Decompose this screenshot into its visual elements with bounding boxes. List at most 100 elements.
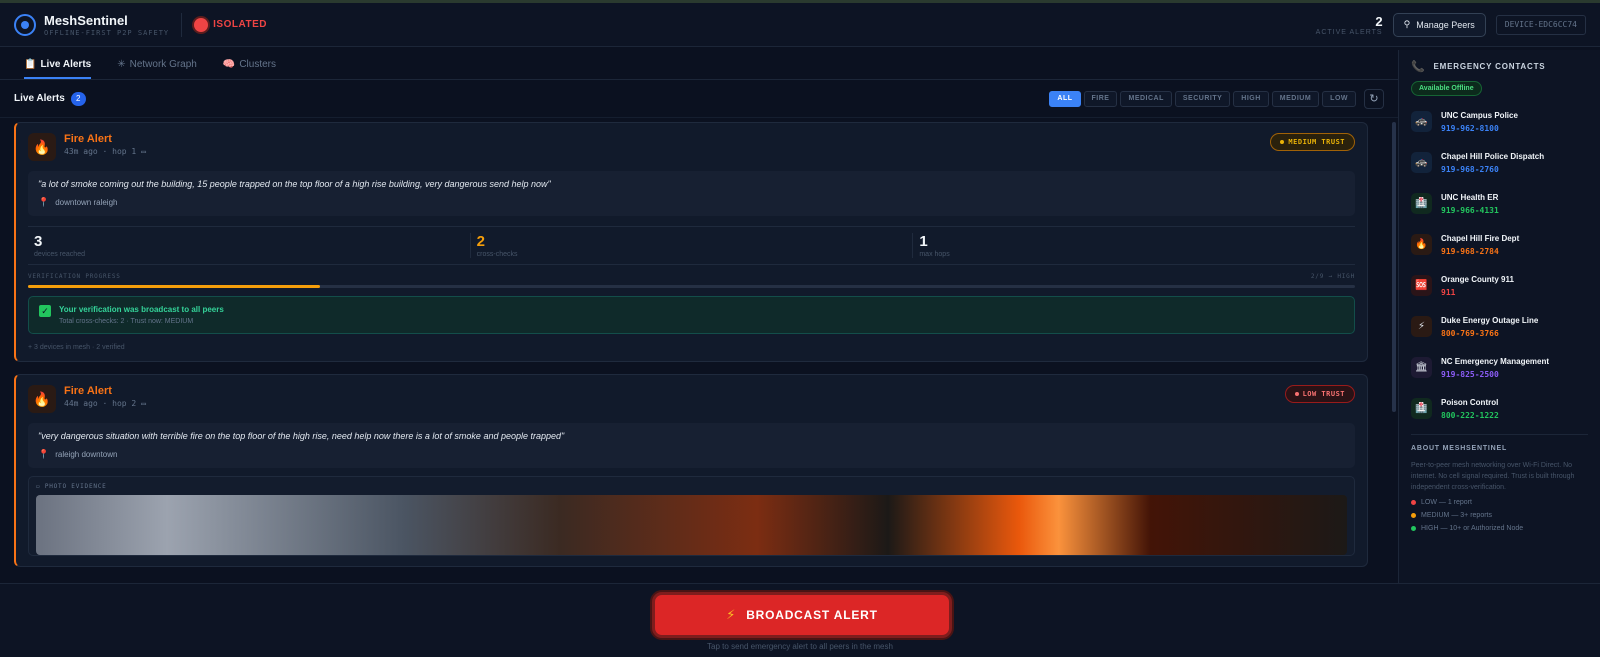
legend-item: MEDIUM — 3+ reports: [1411, 512, 1588, 519]
alert-message-box: "very dangerous situation with terrible …: [28, 423, 1355, 468]
alert-card: 🔥 Fire Alert 44m ago · hop 2 ▭ LOW TRUST…: [14, 374, 1368, 567]
contact-number[interactable]: 800-222-1222: [1441, 411, 1499, 420]
filter-all[interactable]: ALL: [1049, 90, 1081, 107]
alert-title: Fire Alert: [64, 385, 112, 397]
feed-title: Live Alerts: [14, 93, 65, 104]
alert-meta: 43m ago · hop 1 ▭: [64, 147, 146, 156]
brain-icon: 🧠: [222, 59, 236, 70]
legend-text: LOW — 1 report: [1421, 499, 1472, 506]
filter-medium[interactable]: MEDIUM: [1271, 90, 1320, 107]
stat-devices: 3 devices reached: [28, 233, 471, 258]
contact-number[interactable]: 919-968-2784: [1441, 247, 1519, 256]
device-id: DEVICE-EDC6CC74: [1495, 14, 1586, 35]
about-section: ABOUT MESHSENTINEL Peer-to-peer mesh net…: [1411, 434, 1588, 532]
alert-location: 📍 raleigh downtown: [38, 449, 1345, 460]
alert-card: 🔥 Fire Alert 43m ago · hop 1 ▭ MEDIUM TR…: [14, 122, 1368, 362]
header-right: 2 ACTIVE ALERTS ⚲ Manage Peers DEVICE-ED…: [1316, 12, 1586, 37]
top-header: MeshSentinel OFFLINE-FIRST P2P SAFETY IS…: [0, 3, 1600, 47]
contact-name: UNC Campus Police: [1441, 110, 1518, 120]
trust-label: LOW TRUST: [1302, 390, 1345, 398]
broadcast-alert-button[interactable]: ⚡ BROADCAST ALERT: [652, 592, 952, 638]
contact-item[interactable]: 🏛 NC Emergency Management 919-825-2500: [1411, 352, 1588, 383]
fire-icon: 🔥: [28, 385, 56, 413]
filter-security[interactable]: SECURITY: [1174, 90, 1231, 107]
filter-chips: ALL FIRE MEDICAL SECURITY HIGH MEDIUM LO…: [1049, 90, 1356, 107]
active-alerts: 2 ACTIVE ALERTS: [1316, 14, 1383, 36]
contact-number[interactable]: 919-968-2760: [1441, 165, 1544, 174]
alert-feed[interactable]: 🔥 Fire Alert 43m ago · hop 1 ▭ MEDIUM TR…: [0, 118, 1398, 583]
legend-item: LOW — 1 report: [1411, 499, 1588, 506]
contact-item[interactable]: 🔥 Chapel Hill Fire Dept 919-968-2784: [1411, 229, 1588, 260]
alert-header: 🔥 Fire Alert 44m ago · hop 2 ▭ LOW TRUST: [28, 385, 1355, 413]
sidebar-title: EMERGENCY CONTACTS: [1433, 62, 1546, 71]
feed-count-badge: 2: [70, 91, 86, 106]
alert-header: 🔥 Fire Alert 43m ago · hop 1 ▭ MEDIUM TR…: [28, 133, 1355, 161]
alert-stats: 3 devices reached 2 cross-checks 1 max h…: [28, 226, 1355, 265]
manage-peers-label: Manage Peers: [1416, 19, 1475, 30]
contact-name: UNC Health ER: [1441, 192, 1499, 202]
feed-scrollbar[interactable]: [1392, 122, 1396, 412]
refresh-icon[interactable]: ↻: [1364, 88, 1384, 109]
location-text: raleigh downtown: [55, 450, 118, 459]
contact-number[interactable]: 800-769-3766: [1441, 329, 1538, 338]
filter-high[interactable]: HIGH: [1233, 90, 1269, 107]
stat-value: 1: [919, 233, 928, 250]
clipboard-icon: 📋: [24, 59, 37, 70]
trust-legend: LOW — 1 report MEDIUM — 3+ reports HIGH — …: [1411, 499, 1588, 532]
location-pin-icon: 📍: [38, 197, 50, 207]
photo-evidence: ▭ PHOTO EVIDENCE: [28, 476, 1355, 556]
photo-evidence-image[interactable]: [36, 495, 1347, 555]
legend-text: MEDIUM — 3+ reports: [1421, 512, 1492, 519]
alert-meta: 44m ago · hop 2 ▭: [64, 399, 146, 408]
active-alerts-label: ACTIVE ALERTS: [1315, 28, 1383, 36]
fire-icon: 🔥: [28, 133, 56, 161]
alert-message: "a lot of smoke coming out the building,…: [38, 179, 551, 189]
about-text: Peer-to-peer mesh networking over Wi-Fi …: [1411, 462, 1575, 491]
tab-network-graph[interactable]: ✳ Network Graph: [117, 59, 197, 79]
contact-item[interactable]: 🚓 UNC Campus Police 919-962-8100: [1411, 106, 1588, 137]
alert-title: Fire Alert: [64, 133, 112, 145]
contact-number[interactable]: 919-966-4131: [1441, 206, 1499, 215]
filter-medical[interactable]: MEDICAL: [1120, 90, 1172, 107]
stat-cross-checks: 2 cross-checks: [471, 233, 914, 258]
availability-badge: Available Offline: [1411, 81, 1482, 96]
contact-name: Chapel Hill Fire Dept: [1441, 233, 1520, 243]
alert-message-box: "a lot of smoke coming out the building,…: [28, 171, 1355, 216]
contact-name: NC Emergency Management: [1441, 356, 1550, 366]
stat-max-hops: 1 max hops: [913, 233, 1355, 258]
contact-icon: 🏛: [1411, 357, 1432, 378]
tab-clusters[interactable]: 🧠 Clusters: [223, 59, 276, 79]
contact-name: Poison Control: [1441, 397, 1499, 407]
app-window: MeshSentinel OFFLINE-FIRST P2P SAFETY IS…: [0, 0, 1600, 657]
mesh-info: + 3 devices in mesh · 2 verified: [28, 344, 125, 351]
tab-live-alerts[interactable]: 📋 Live Alerts: [24, 59, 92, 79]
contact-icon: ⚡: [1411, 316, 1432, 337]
contact-item[interactable]: 🆘 Orange County 911 911: [1411, 270, 1588, 301]
contact-name: Duke Energy Outage Line: [1441, 315, 1539, 325]
filter-fire[interactable]: FIRE: [1083, 90, 1118, 107]
contact-item[interactable]: 🏥 UNC Health ER 919-966-4131: [1411, 188, 1588, 219]
contact-number[interactable]: 919-962-8100: [1441, 124, 1518, 133]
contact-item[interactable]: ⚡ Duke Energy Outage Line 800-769-3766: [1411, 311, 1588, 342]
contact-item[interactable]: 🚓 Chapel Hill Police Dispatch 919-968-2760: [1411, 147, 1588, 178]
status-dot-icon: [194, 17, 209, 32]
stat-label: max hops: [919, 251, 950, 258]
contact-item[interactable]: 🏥 Poison Control 800-222-1222: [1411, 393, 1588, 424]
broadcast-hint: Tap to send emergency alert to all peers…: [707, 642, 893, 651]
location-text: downtown raleigh: [55, 198, 118, 207]
active-alerts-count: 2: [1375, 13, 1383, 29]
stat-value: 2: [476, 233, 486, 250]
stat-label: devices reached: [34, 251, 85, 258]
trust-dot-icon: [1294, 392, 1299, 396]
location-pin-icon: 📍: [38, 449, 50, 459]
phone-icon: 📞: [1411, 61, 1426, 73]
contact-number[interactable]: 919-825-2500: [1441, 370, 1549, 379]
verification-notice-sub: Total cross-checks: 2 · Trust now: MEDIU…: [59, 318, 194, 325]
trust-dot-icon: [1280, 140, 1285, 144]
contact-number[interactable]: 911: [1441, 288, 1514, 297]
tab-bar: 📋 Live Alerts ✳ Network Graph 🧠 Clusters: [0, 50, 1398, 80]
manage-peers-button[interactable]: ⚲ Manage Peers: [1392, 12, 1486, 37]
app-tagline: OFFLINE-FIRST P2P SAFETY: [44, 28, 170, 37]
filter-low[interactable]: LOW: [1322, 90, 1356, 107]
tab-label: Network Graph: [129, 59, 197, 70]
